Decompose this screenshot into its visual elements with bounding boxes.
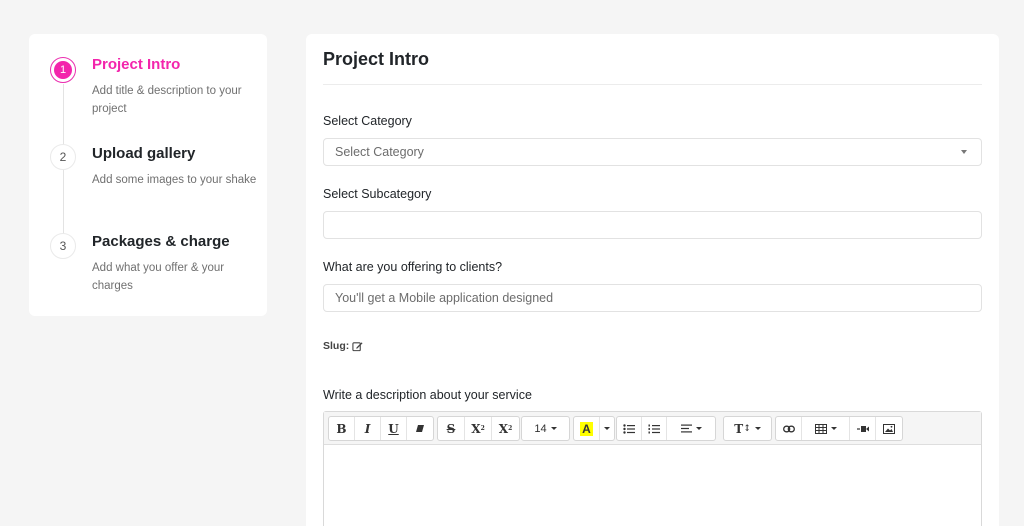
chevron-down-icon — [961, 150, 967, 154]
script-group: S X2 X2 — [437, 416, 520, 441]
eraser-icon[interactable] — [407, 417, 433, 440]
subscript-button[interactable]: X2 — [492, 417, 519, 440]
chevron-down-icon — [830, 427, 837, 430]
category-label: Select Category — [323, 114, 412, 128]
font-style-group: B I U — [328, 416, 434, 441]
superscript-button[interactable]: X2 — [465, 417, 492, 440]
slug-row: Slug: — [323, 340, 363, 352]
step-description: Add some images to your shake — [92, 174, 257, 186]
description-label: Write a description about your service — [323, 388, 532, 402]
bullet-list-icon[interactable] — [617, 417, 642, 440]
step-number-badge: 2 — [50, 144, 76, 170]
italic-button[interactable]: I — [355, 417, 381, 440]
image-icon[interactable] — [876, 417, 902, 440]
list-group — [616, 416, 716, 441]
step-connector — [63, 84, 64, 146]
bold-button[interactable]: B — [329, 417, 355, 440]
page-title: Project Intro — [323, 49, 430, 69]
step-title: Packages & charge — [92, 233, 230, 250]
highlight-dropdown[interactable] — [600, 417, 614, 440]
chevron-down-icon — [550, 427, 557, 430]
subcategory-label: Select Subcategory — [323, 187, 432, 201]
editor-content-area[interactable] — [324, 445, 981, 526]
font-size-group: 14 — [521, 416, 570, 441]
step-connector — [63, 170, 64, 238]
rich-text-editor: B I U S X2 X2 14 A T ↕ — [323, 411, 982, 526]
offering-input[interactable]: You'll get a Mobile application designed — [323, 284, 982, 312]
editor-toolbar: B I U S X2 X2 14 A T ↕ — [324, 412, 981, 445]
category-select-value: Select Category — [335, 145, 424, 159]
font-size-dropdown[interactable]: 14 — [522, 417, 569, 440]
insert-group — [775, 416, 903, 441]
offering-label: What are you offering to clients? — [323, 260, 503, 274]
line-height-group: T ↕ — [723, 416, 772, 441]
step-title: Project Intro — [92, 56, 181, 73]
step-number-badge: 1 — [50, 57, 76, 83]
numbered-list-icon[interactable] — [642, 417, 667, 440]
steps-card: 1 Project Intro Add title & description … — [29, 34, 267, 316]
step-description: Add title & description to your project — [92, 85, 242, 115]
divider — [323, 84, 982, 85]
video-icon[interactable] — [850, 417, 876, 440]
highlight-group: A — [573, 416, 615, 441]
table-dropdown[interactable] — [802, 417, 850, 440]
link-icon[interactable] — [776, 417, 802, 440]
step-description: Add what you offer & your charges — [92, 262, 225, 292]
project-intro-form: Project Intro Select Category Select Cat… — [306, 34, 999, 526]
step-title: Upload gallery — [92, 145, 196, 162]
underline-button[interactable]: U — [381, 417, 407, 440]
align-dropdown[interactable] — [667, 417, 715, 440]
subcategory-select[interactable] — [323, 211, 982, 239]
offering-placeholder: You'll get a Mobile application designed — [335, 291, 554, 305]
line-height-dropdown[interactable]: T ↕ — [724, 417, 771, 440]
highlight-button[interactable]: A — [574, 417, 600, 440]
slug-label: Slug: — [323, 340, 350, 352]
category-select[interactable]: Select Category — [323, 138, 982, 166]
chevron-down-icon — [604, 427, 610, 430]
edit-icon[interactable] — [352, 341, 363, 352]
highlight-color-icon: A — [580, 421, 593, 436]
step-number-badge: 3 — [50, 233, 76, 259]
chevron-down-icon — [695, 427, 702, 430]
chevron-down-icon — [754, 427, 761, 430]
strikethrough-button[interactable]: S — [438, 417, 465, 440]
